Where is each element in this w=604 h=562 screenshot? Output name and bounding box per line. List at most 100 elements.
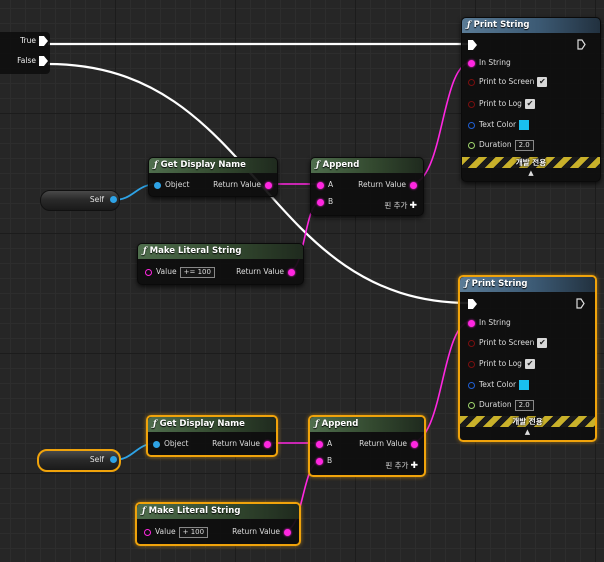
pin-label: A (327, 439, 333, 448)
bool-pin-icon[interactable] (468, 100, 475, 108)
pin-label: Text Color (479, 120, 517, 129)
return-value-pin[interactable]: Return Value (236, 266, 295, 278)
append-node-2[interactable]: ƒ Append A B Return Value 핀 추가 ✚ (308, 415, 426, 477)
print-string-node-1[interactable]: ƒ Print String In String Print to Screen ✔… (461, 17, 601, 182)
add-pin-icon[interactable]: ✚ (409, 201, 417, 211)
append-node-1[interactable]: ƒ Append A B Return Value 핀 추가 ✚ (310, 157, 424, 216)
string-pin-icon[interactable] (145, 268, 152, 276)
node-header[interactable]: ƒ Print String (460, 277, 595, 292)
node-header[interactable]: ƒ Make Literal String (137, 504, 299, 519)
text-color-pin[interactable]: Text Color (468, 119, 530, 131)
node-header[interactable]: ƒ Print String (462, 18, 600, 33)
node-header[interactable]: ƒ Get Display Name (148, 417, 276, 432)
function-icon: ƒ (315, 419, 319, 429)
self-node-1[interactable]: Self (40, 190, 120, 211)
exec-out-pin-icon[interactable] (577, 39, 586, 50)
in-string-pin[interactable]: In String (468, 57, 511, 69)
exec-in-pin-icon[interactable] (468, 299, 477, 309)
color-pin-icon[interactable] (468, 121, 475, 129)
bool-pin-icon[interactable] (468, 78, 475, 86)
object-pin-icon[interactable] (153, 440, 160, 448)
print-string-node-2[interactable]: ƒ Print String In String Print to Screen ✔… (458, 275, 597, 442)
print-to-log-pin[interactable]: Print to Log ✔ (468, 98, 535, 110)
add-pin-button[interactable]: 핀 추가 ✚ (385, 460, 418, 471)
get-display-name-node-2[interactable]: ƒ Get Display Name Object Return Value (146, 415, 278, 457)
object-pin[interactable]: Object (154, 179, 189, 191)
print-to-screen-pin[interactable]: Print to Screen ✔ (468, 337, 548, 349)
string-pin-icon[interactable] (317, 198, 324, 206)
string-pin-icon[interactable] (284, 528, 291, 536)
duration-pin[interactable]: Duration 2.0 (468, 139, 534, 151)
return-value-pin[interactable]: Return Value (358, 179, 417, 191)
exec-in-pin-icon[interactable] (468, 40, 477, 50)
string-pin-icon[interactable] (410, 181, 417, 189)
value-field[interactable]: += 100 (179, 266, 215, 278)
function-icon: ƒ (142, 506, 146, 516)
object-pin-icon[interactable] (110, 456, 117, 463)
float-pin-icon[interactable] (468, 401, 475, 409)
exec-pin-false-icon[interactable] (39, 56, 48, 66)
function-icon: ƒ (154, 160, 158, 170)
duration-field[interactable]: 2.0 (514, 139, 534, 151)
dev-only-banner: 개발 전용 (460, 416, 595, 427)
color-swatch[interactable] (519, 380, 530, 390)
exec-out-pin-icon[interactable] (576, 298, 585, 309)
string-pin-icon[interactable] (468, 59, 475, 67)
checkbox-icon[interactable]: ✔ (537, 77, 548, 87)
string-pin-icon[interactable] (316, 457, 323, 465)
checkbox-icon[interactable]: ✔ (537, 338, 548, 348)
object-pin-icon[interactable] (154, 181, 161, 189)
a-pin[interactable]: A (316, 438, 332, 450)
make-literal-string-node-1[interactable]: ƒ Make Literal String Value += 100 Return … (137, 243, 304, 285)
add-pin-button[interactable]: 핀 추가 ✚ (384, 200, 417, 211)
make-literal-string-node-2[interactable]: ƒ Make Literal String Value + 100 Return V… (135, 502, 301, 546)
b-pin[interactable]: B (316, 455, 332, 467)
a-pin[interactable]: A (317, 179, 333, 191)
duration-pin[interactable]: Duration 2.0 (468, 399, 534, 411)
print-to-log-pin[interactable]: Print to Log ✔ (468, 358, 535, 370)
function-icon: ƒ (153, 419, 157, 429)
value-field[interactable]: + 100 (178, 526, 209, 538)
return-value-pin[interactable]: Return Value (232, 526, 291, 538)
string-pin-icon[interactable] (468, 319, 475, 327)
value-pin[interactable]: Value + 100 (144, 526, 209, 538)
color-swatch[interactable] (519, 120, 530, 130)
duration-field[interactable]: 2.0 (514, 399, 534, 411)
bool-pin-icon[interactable] (468, 339, 475, 347)
string-pin-icon[interactable] (411, 440, 418, 448)
print-to-screen-pin[interactable]: Print to Screen ✔ (468, 76, 548, 88)
pin-label: Value (155, 527, 176, 536)
node-header[interactable]: ƒ Append (311, 158, 423, 173)
node-title: Print String (471, 279, 528, 289)
return-value-pin[interactable]: Return Value (212, 438, 271, 450)
exec-pin-true-icon[interactable] (39, 36, 48, 46)
object-pin[interactable]: Object (153, 438, 188, 450)
add-pin-icon[interactable]: ✚ (410, 461, 418, 471)
value-pin[interactable]: Value += 100 (145, 266, 215, 278)
bool-pin-icon[interactable] (468, 360, 475, 368)
in-string-pin[interactable]: In String (468, 317, 511, 329)
node-header[interactable]: ƒ Append (310, 417, 424, 432)
string-pin-icon[interactable] (265, 181, 272, 189)
node-header[interactable]: ƒ Get Display Name (149, 158, 277, 173)
string-pin-icon[interactable] (288, 268, 295, 276)
self-node-2[interactable]: Self (37, 449, 121, 472)
checkbox-icon[interactable]: ✔ (524, 359, 535, 369)
string-pin-icon[interactable] (144, 528, 151, 536)
collapse-arrow-icon[interactable]: ▲ (462, 169, 600, 177)
return-value-pin[interactable]: Return Value (213, 179, 272, 191)
string-pin-icon[interactable] (264, 440, 271, 448)
float-pin-icon[interactable] (468, 141, 475, 149)
string-pin-icon[interactable] (317, 181, 324, 189)
color-pin-icon[interactable] (468, 381, 475, 389)
text-color-pin[interactable]: Text Color (468, 379, 530, 391)
branch-node[interactable]: True False (0, 32, 50, 74)
checkbox-icon[interactable]: ✔ (524, 99, 535, 109)
b-pin[interactable]: B (317, 196, 333, 208)
string-pin-icon[interactable] (316, 440, 323, 448)
object-pin-icon[interactable] (110, 196, 117, 203)
collapse-arrow-icon[interactable]: ▲ (460, 428, 595, 436)
node-header[interactable]: ƒ Make Literal String (138, 244, 303, 259)
get-display-name-node-1[interactable]: ƒ Get Display Name Object Return Value (148, 157, 278, 197)
return-value-pin[interactable]: Return Value (359, 438, 418, 450)
